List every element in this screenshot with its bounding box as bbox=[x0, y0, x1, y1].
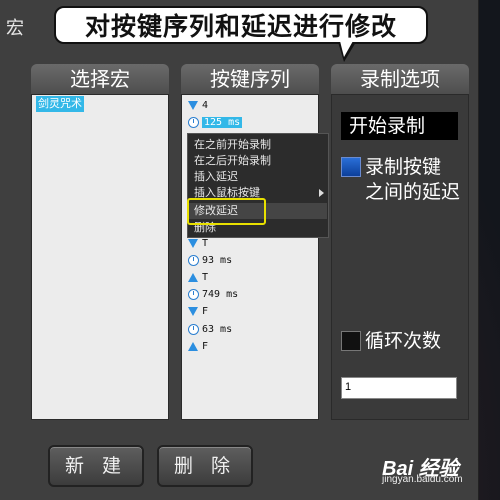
key-sequence-text: T bbox=[202, 237, 209, 249]
menu-item-insert-delay[interactable]: 插入延迟 bbox=[194, 169, 238, 185]
callout-tail-inner bbox=[340, 41, 353, 57]
key-sequence-row[interactable]: T bbox=[186, 269, 208, 286]
record-delay-label-1: 录制按键 bbox=[365, 156, 442, 178]
loop-count-input[interactable]: 1 bbox=[341, 377, 457, 399]
key-sequence-text: 749 ms bbox=[202, 289, 239, 301]
key-sequence-row[interactable]: F bbox=[186, 338, 208, 355]
key-sequence-row[interactable]: 125 ms bbox=[186, 114, 243, 131]
macro-window: 宏 对按键序列和延迟进行修改 选择宏 剑灵咒术 按键序列 4 125 ms T 93 … bbox=[0, 0, 479, 500]
key-sequence-row[interactable]: 63 ms bbox=[186, 321, 232, 338]
key-sequence-row[interactable]: F bbox=[186, 303, 208, 320]
new-macro-button[interactable]: 新 建 bbox=[48, 445, 144, 487]
key-sequence-text: 63 ms bbox=[202, 323, 233, 335]
loop-checkbox[interactable] bbox=[341, 331, 361, 351]
arrow-down-icon bbox=[186, 307, 200, 317]
clock-icon bbox=[186, 254, 200, 266]
clock-icon bbox=[186, 289, 200, 301]
options-panel-header: 录制选项 bbox=[331, 64, 469, 94]
key-sequence-row[interactable]: 4 bbox=[186, 97, 208, 114]
arrow-up-icon bbox=[186, 341, 200, 351]
record-delay-checkbox[interactable] bbox=[341, 157, 361, 177]
highlight-box bbox=[187, 198, 266, 225]
key-sequence-row[interactable]: 93 ms bbox=[186, 252, 232, 269]
macro-list-item[interactable]: 剑灵咒术 bbox=[36, 96, 84, 112]
menu-item-record-after[interactable]: 在之后开始录制 bbox=[194, 153, 271, 169]
key-sequence-text: 93 ms bbox=[202, 254, 233, 266]
clock-icon bbox=[186, 117, 200, 129]
macro-list[interactable] bbox=[31, 94, 169, 420]
watermark-url: jingyan.baidu.com bbox=[382, 474, 463, 485]
arrow-down-icon bbox=[186, 101, 200, 110]
key-sequence-text: F bbox=[202, 340, 209, 352]
macro-panel-header: 选择宏 bbox=[31, 64, 169, 94]
options-panel bbox=[331, 94, 469, 420]
key-sequence-text: F bbox=[202, 306, 209, 318]
key-sequence-text: T bbox=[202, 272, 209, 283]
arrow-down-icon bbox=[186, 238, 200, 248]
submenu-arrow-icon bbox=[319, 189, 324, 197]
arrow-up-icon bbox=[186, 273, 200, 282]
key-sequence-text: 4 bbox=[202, 100, 209, 111]
baidu-watermark: Bai 经验 jingyan.baidu.com bbox=[382, 452, 463, 485]
callout-bubble: 对按键序列和延迟进行修改 bbox=[54, 6, 428, 44]
window-title: 宏 bbox=[6, 18, 24, 39]
record-delay-label-2: 之间的延迟 bbox=[365, 181, 461, 203]
key-sequence-header: 按键序列 bbox=[181, 64, 319, 94]
start-recording-button[interactable]: 开始录制 bbox=[341, 112, 458, 140]
key-sequence-row[interactable]: 749 ms bbox=[186, 286, 238, 303]
menu-item-record-before[interactable]: 在之前开始录制 bbox=[194, 137, 271, 153]
key-sequence-text: 125 ms bbox=[202, 117, 243, 129]
clock-icon bbox=[186, 323, 200, 335]
loop-count-label: 循环次数 bbox=[365, 330, 442, 352]
delete-macro-button[interactable]: 删 除 bbox=[157, 445, 253, 487]
